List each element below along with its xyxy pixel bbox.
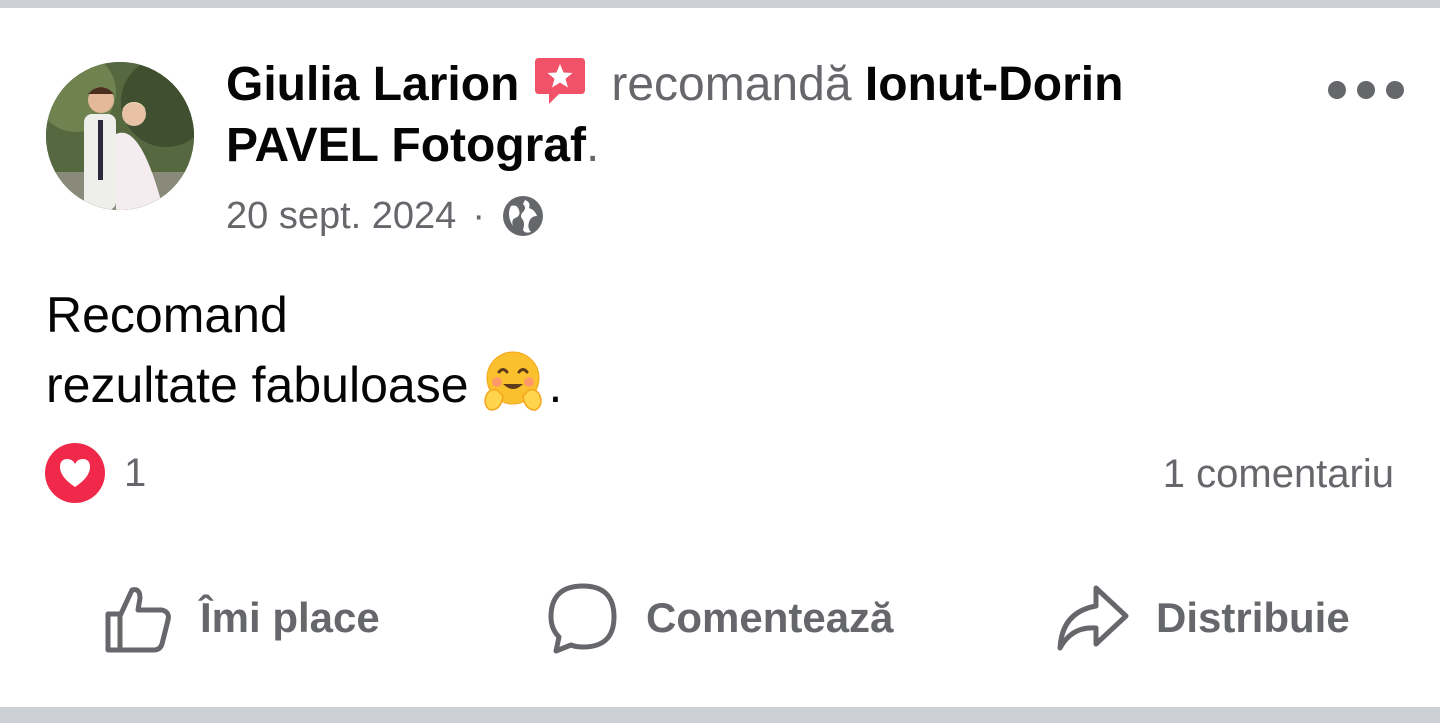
header-period: . [586,119,600,172]
bottom-divider [0,707,1440,723]
post-meta: 20 sept. 2024 · [226,192,545,240]
recommend-badge-icon [535,58,586,104]
post-text-period: . [548,357,563,413]
more-dot [1386,81,1404,99]
more-dot [1357,81,1375,99]
share-arrow-icon [1057,585,1129,651]
page-name-part2[interactable]: PAVEL Fotograf [226,119,586,172]
recommend-verb: recomandă [611,58,852,111]
more-options-icon[interactable] [1328,76,1404,104]
hugging-face-emoji [483,351,542,411]
like-label: Îmi place [200,594,380,641]
meta-separator: · [472,194,485,237]
post-actions-bar: Îmi place Comentează Distribuie [0,572,1440,664]
comment-bubble-icon [548,583,617,654]
post-header-line1: Giulia Larion recomandă Ionut-Dorin [226,54,1306,113]
comment-button[interactable]: Comentează [546,572,893,664]
comment-label: Comentează [646,594,894,641]
more-dot [1328,81,1346,99]
author-avatar[interactable] [46,62,194,210]
reaction-count: 1 [124,450,147,495]
post-text-line1: Recomand [46,287,288,343]
avatar-photo [46,62,194,210]
share-label: Distribuie [1156,594,1350,641]
post-text-line2-text: rezultate fabuloase [46,357,469,413]
post-date[interactable]: 20 sept. 2024 [226,195,456,238]
comments-count[interactable]: 1 comentariu [1163,448,1394,500]
thumbs-up-icon [105,587,171,653]
globe-icon [502,196,543,236]
post-text: Recomand rezultate fabuloase . [46,280,1386,420]
post-text-line2: rezultate fabuloase . [46,350,1386,420]
share-button[interactable]: Distribuie [1054,572,1350,664]
reactions-summary[interactable]: 1 [44,442,146,504]
post-header-line2: PAVEL Fotograf. [226,118,1306,174]
top-divider [0,0,1440,8]
author-name[interactable]: Giulia Larion [226,58,519,111]
love-reaction-icon [45,443,105,503]
like-button[interactable]: Îmi place [102,572,380,664]
page-name-part1[interactable]: Ionut-Dorin [865,58,1124,111]
